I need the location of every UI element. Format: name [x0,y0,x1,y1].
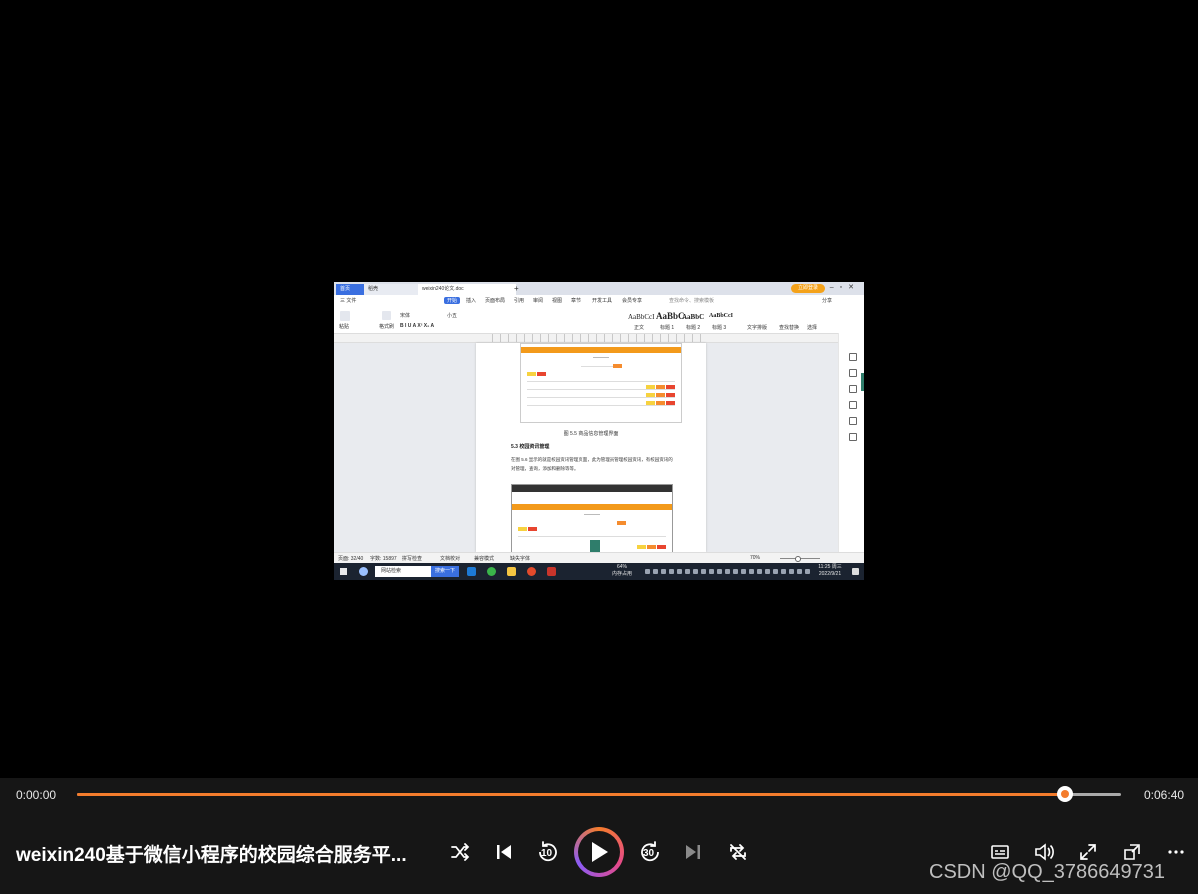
video-frame[interactable]: 首页 稻壳 weixin240论文.doc + 立即登录 –▫✕ 三 文件 开始… [334,282,864,580]
windows-start-icon [340,568,347,575]
wps-menu-devtools: 开发工具 [592,298,613,304]
rewind-label: 10 [541,848,553,859]
status-proofread: 文档校对 [440,556,461,562]
play-icon [578,831,620,873]
wps-ribbon: 粘贴 格式刷 宋体 小五 B I U A X² X₂ A AaBbCcI AaB… [334,307,864,334]
taskbar-time: 11:25 周三 [818,564,842,570]
edge-icon [467,567,476,576]
bold-icon: B I U A X² X₂ A [400,323,435,329]
status-spellcheck: 拼写检查 [402,556,423,562]
progress-bar[interactable] [77,786,1121,802]
figure-screenshot-2 [511,484,673,554]
shuffle-icon[interactable] [444,836,476,868]
wps-menu-file: 三 文件 [340,298,357,304]
wps-tab-bar: 首页 稻壳 weixin240论文.doc + 立即登录 –▫✕ [334,282,864,295]
notification-icon [852,568,859,575]
wps-menu-insert: 插入 [466,298,477,304]
taskbar-search-input: 网站检索 [375,566,431,577]
wps-tab-home: 首页 [336,284,364,295]
ribbon-font-size: 小五 [447,313,458,319]
wps-status-bar: 页面: 32/40 字数: 15897 拼写检查 文档校对 兼容模式 缺失字体 … [334,552,864,563]
progress-thumb[interactable] [1056,786,1073,802]
total-time: 0:06:40 [1144,788,1185,802]
wps-document-canvas: 图 5.5 商品信息管理界面 5.3 校园资讯管理 在图 5.6 显示的就是校园… [334,343,838,554]
figure-caption: 图 5.5 商品信息管理界面 [563,431,619,437]
ribbon-find-replace: 查找替换 [779,325,800,331]
ribbon-font-name: 宋体 [400,313,411,319]
ribbon-select: 选择 [807,325,818,331]
ribbon-format-painter-label: 格式刷 [379,324,395,330]
status-compat-mode: 兼容模式 [474,556,495,562]
style-h2-label: 标题 2 [686,325,701,331]
forward-label: 30 [643,848,655,859]
taskbar-cpu-label: 内存占用 [611,571,632,577]
folder-icon [507,567,516,576]
next-icon[interactable] [677,836,709,868]
wps-menu-reference: 引用 [514,298,525,304]
style-normal-preview: AaBbCcI [628,313,655,321]
taskbar-cpu: 64% [616,564,627,570]
wps-search-box: 查找命令、搜索模板 [669,298,715,304]
ribbon-text-layout: 文字排版 [747,325,768,331]
watermark: CSDN @QQ_3786649731 [929,861,1165,883]
status-page: 页面: 32/40 [338,556,364,562]
document-page: 图 5.5 商品信息管理界面 5.3 校园资讯管理 在图 5.6 显示的就是校园… [476,343,706,554]
taskbar-search-button: 搜索一下 [431,566,459,577]
previous-icon[interactable] [488,836,520,868]
status-missing-font: 缺失字体 [510,556,531,562]
style-h1-label: 标题 1 [660,325,675,331]
figure-screenshot-1 [520,343,682,423]
style-h3-label: 标题 3 [712,325,727,331]
wps-menu-member: 会员专享 [622,298,643,304]
ribbon-paste-label: 粘贴 [339,324,350,330]
progress-fill [77,793,1065,796]
format-painter-icon [382,311,391,320]
repeat-icon[interactable] [722,836,754,868]
wps-tab-docer: 稻壳 [364,284,422,295]
status-words: 字数: 15897 [370,556,397,562]
windows-taskbar: 网站检索 搜索一下 64% 内存占用 11:25 周三 2022/9/21 [334,563,864,580]
style-h3-preview: AaBbCcI [709,313,734,319]
style-normal-label: 正文 [634,325,645,331]
rewind-10-icon[interactable]: 10 [532,836,564,868]
current-time: 0:00:00 [16,788,57,802]
section-paragraph: 在图 5.6 显示的就是校园资讯管理页面，此为管理员管理校园资讯，有校园资讯的对… [511,457,673,471]
wps-tab-document: weixin240论文.doc [418,284,516,295]
chrome-icon [487,567,496,576]
taskview-icon [359,567,368,576]
wps-ruler [334,334,864,343]
section-heading: 5.3 校园资讯管理 [511,444,550,450]
video-title: weixin240基于微信小程序的校园综合服务平... [16,845,407,866]
forward-30-icon[interactable]: 30 [634,836,666,868]
wps-menu-review: 审阅 [533,298,544,304]
play-button[interactable] [574,827,624,877]
wps-menu-home: 开始 [444,297,461,304]
wps-menu-view: 视图 [552,298,563,304]
wps-login-badge: 立即登录 [791,284,825,293]
wps-menu-layout: 页面布局 [485,298,506,304]
style-h2-preview: AaBbC [682,313,705,321]
wps-icon [547,567,556,576]
taskbar-date: 2022/9/21 [818,571,842,577]
paste-icon [340,311,350,321]
style-h1-preview: AaBbC [656,311,685,321]
wps-right-toolbar [838,333,864,552]
wps-menu-chapter: 章节 [571,298,582,304]
wps-window-controls: –▫✕ [829,284,860,291]
status-zoom: 70% [750,555,761,561]
app-icon [527,567,536,576]
wps-new-tab-icon: + [514,284,519,293]
wps-share: 分享 [822,298,833,304]
